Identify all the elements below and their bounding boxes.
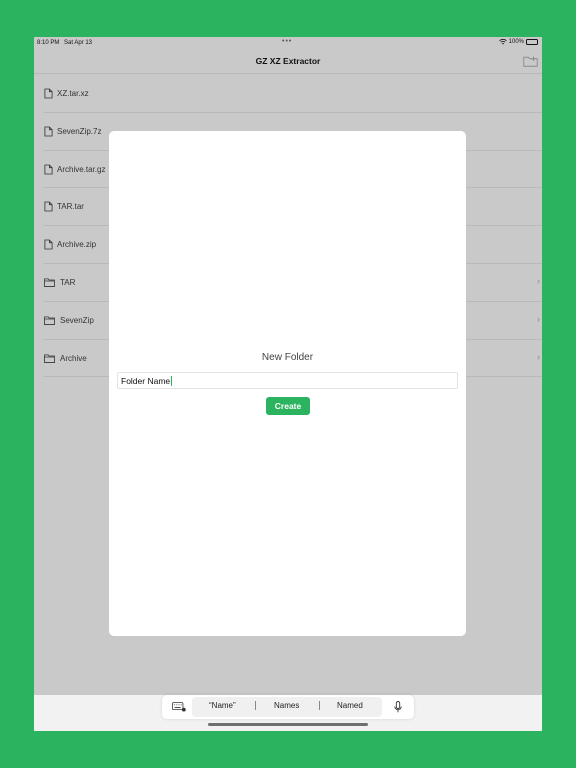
predictive-bar: “Name” Names Named [162,695,414,719]
chevron-right-icon: › [537,275,540,286]
status-time: 8:10 PM [37,40,60,46]
file-icon [44,201,53,212]
separator [319,701,320,710]
keyboard-icon[interactable] [172,702,186,712]
separator [255,701,256,710]
battery-percent: 100% [508,39,524,45]
home-indicator[interactable] [208,723,368,726]
keyboard-shortcut-bar: “Name” Names Named [34,695,542,731]
suggestion-2[interactable]: Names [274,701,299,710]
navigation-bar: GZ XZ Extractor [34,49,542,74]
list-item-label: SevenZip.7z [57,126,102,136]
new-folder-modal: New Folder Folder Name Create [109,131,466,636]
list-item[interactable]: XZ.tar.xz [44,75,542,113]
status-date: Sat Apr 13 [64,40,93,46]
file-icon [44,88,53,99]
multitasking-dots-icon[interactable]: ••• [282,38,292,45]
chevron-right-icon: › [537,313,540,324]
list-item-label: SevenZip [60,315,94,325]
new-folder-icon[interactable] [523,55,538,67]
list-item-label: XZ.tar.xz [57,89,89,98]
ipad-screen: 8:10 PM Sat Apr 13 ••• 100% GZ XZ Extrac… [34,37,542,731]
status-right: 100% [498,39,538,45]
folder-icon [44,316,55,325]
microphone-icon[interactable] [394,701,402,713]
list-item-label: TAR.tar [57,202,84,212]
folder-icon [44,278,55,287]
file-icon [44,164,53,174]
status-bar: 8:10 PM Sat Apr 13 ••• 100% [34,37,542,49]
folder-name-input[interactable]: Folder Name [117,372,458,389]
list-item-label: Archive.zip [57,240,97,250]
text-caret [170,375,172,386]
list-item-label: Archive.tar.gz [57,164,106,174]
battery-icon [526,39,538,45]
suggestion-1[interactable]: “Name” [209,701,236,710]
file-icon [44,239,53,250]
suggestion-3[interactable]: Named [337,701,363,710]
list-item-label: Archive [60,353,87,363]
wifi-icon [498,39,507,45]
file-icon [44,126,53,137]
folder-icon [44,354,55,363]
folder-name-value: Folder Name [121,375,171,386]
app-title: GZ XZ Extractor [255,56,321,66]
modal-title: New Folder [261,352,314,363]
chevron-right-icon: › [537,351,540,362]
list-item-label: TAR [60,277,76,287]
create-button[interactable]: Create [266,397,310,415]
